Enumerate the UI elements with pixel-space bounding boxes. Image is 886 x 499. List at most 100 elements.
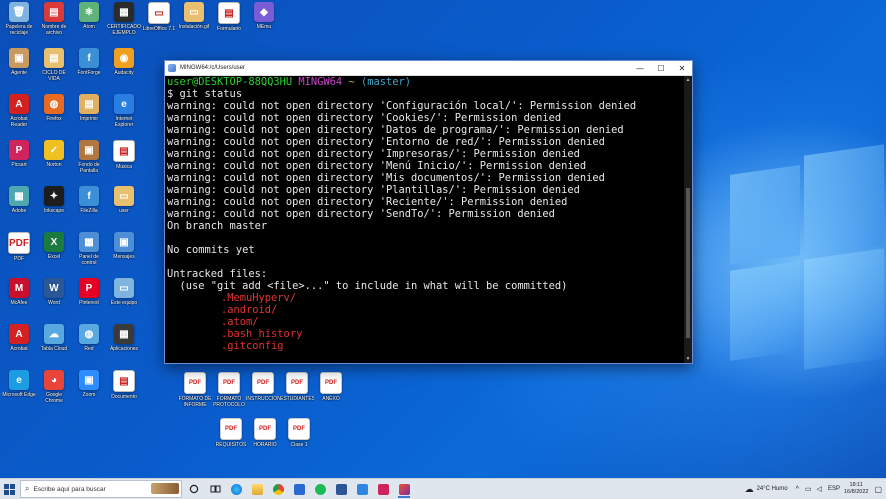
warning-line: warning: could not open directory 'SendT… [167, 208, 555, 220]
app-icon: ◕ [44, 370, 64, 390]
desktop-icon[interactable]: ▦ Aplicaciones [107, 324, 141, 368]
desktop-pdf-icon[interactable]: PDF Clase 1 [282, 418, 316, 462]
desktop-icon[interactable]: ▤ Formulario [212, 2, 246, 46]
desktop-icon[interactable]: 🗑 Papelera de reciclaje [2, 2, 36, 46]
desktop-icon[interactable]: e Internet Explorer [107, 94, 141, 138]
minimize-button[interactable]: — [630, 61, 650, 75]
desktop-icon[interactable]: ⚛ Atom [72, 2, 106, 46]
desktop-icon[interactable]: PDF PDF [2, 232, 36, 276]
desktop-icon[interactable]: f FileZilla [72, 186, 106, 230]
desktop-icon[interactable]: P Picsart [2, 140, 36, 184]
app-icon: ✦ [44, 186, 64, 206]
warning-line: warning: could not open directory 'Cooki… [167, 112, 562, 124]
terminal-window[interactable]: MINGW64:/c/Users/user — ☐ ✕ user@DESKTOP… [164, 60, 693, 364]
desktop-icon[interactable]: ▭ LibreOffice 7.1 [142, 2, 176, 46]
app-icon: ▭ [148, 2, 170, 24]
word-taskbar-icon[interactable] [332, 480, 350, 498]
prompt-shell: MINGW64 [298, 76, 343, 88]
prompt-path: ~ [348, 76, 355, 88]
desktop-icon[interactable]: ✓ Norton [37, 140, 71, 184]
app-icon: ▣ [114, 232, 134, 252]
scroll-thumb[interactable] [686, 188, 690, 338]
mail-icon[interactable] [290, 480, 308, 498]
desktop-icon[interactable]: A Acrobat Reader [2, 94, 36, 138]
spotify-taskbar-icon[interactable] [311, 480, 329, 498]
cortana-icon[interactable] [185, 480, 203, 498]
notifications-icon[interactable]: ▢ [874, 485, 882, 494]
terminal-output[interactable]: user@DESKTOP-88QQ3HU MINGW64 ~ (master) $… [165, 76, 684, 363]
start-button[interactable] [0, 479, 18, 499]
app-icon: ◆ [254, 2, 274, 22]
desktop-icon[interactable]: ◍ Firefox [37, 94, 71, 138]
desktop-pdf-icon[interactable]: PDF REQUISITOS [214, 418, 248, 462]
desktop-pdf-icon[interactable]: PDF HORARIO [248, 418, 282, 462]
desktop-icon[interactable]: e Microsoft Edge [2, 370, 36, 414]
chevron-up-icon[interactable]: ^ [796, 486, 799, 493]
volume-icon[interactable]: ◁ [817, 485, 822, 493]
desktop-icon[interactable]: ▤ Nombre de archivo [37, 2, 71, 46]
network-icon[interactable]: ▭ [805, 485, 812, 493]
desktop-icon[interactable]: ◉ Audacity [107, 48, 141, 92]
desktop-icon[interactable]: ◆ MEmu [247, 2, 281, 46]
desktop-icon[interactable]: ▭ user [107, 186, 141, 230]
desktop-icon[interactable]: ☁ Tabla Cloud [37, 324, 71, 368]
language-indicator[interactable]: ESP [828, 486, 840, 492]
maximize-button[interactable]: ☐ [651, 61, 671, 75]
desktop-icon[interactable]: ▣ Fondo de Pantalla [72, 140, 106, 184]
desktop-icon[interactable]: ▤ Imprimir [72, 94, 106, 138]
edge-taskbar-icon[interactable] [227, 480, 245, 498]
desktop-icon[interactable]: ▤ Documento [107, 370, 141, 414]
desktop-icon[interactable]: ◕ Google Chrome [37, 370, 71, 414]
desktop-icon[interactable]: ▣ Mensajes [107, 232, 141, 276]
picsart-taskbar-icon[interactable] [374, 480, 392, 498]
desktop-icon[interactable]: ▭ Este equipo [107, 278, 141, 322]
desktop-icon-label: Nombre de archivo [41, 24, 67, 36]
terminal-scrollbar[interactable]: ▲ ▼ [684, 76, 692, 363]
chrome-taskbar-icon[interactable] [269, 480, 287, 498]
weather-text[interactable]: 24°C Humo [757, 486, 788, 492]
clock[interactable]: 18:11 16/8/2022 [844, 482, 868, 496]
scroll-down-icon[interactable]: ▼ [685, 356, 691, 362]
desktop-icon[interactable]: ▤ Música [107, 140, 141, 184]
file-explorer-icon[interactable] [248, 480, 266, 498]
desktop-icon-label: Norton [46, 162, 62, 168]
desktop-pdf-icon[interactable]: PDF FORMATO PROTOCOLO [212, 372, 246, 416]
desktop-icon[interactable]: ▣ Zoom [72, 370, 106, 414]
desktop-icon[interactable]: X Excel [37, 232, 71, 276]
desktop-icon[interactable]: ✦ Inkscape [37, 186, 71, 230]
untracked-files: .MemuHyperv/.android/.atom/.bash_history… [167, 292, 684, 352]
desktop-icon-label: Mensajes [113, 254, 135, 260]
desktop-icon[interactable]: ▦ Panel de control [72, 232, 106, 276]
desktop-icon[interactable]: ▭ Instalación.gif [177, 2, 211, 46]
app-icon: ▣ [9, 48, 29, 68]
desktop-icon-label: FORMATO DE INFORME [178, 396, 212, 408]
app-icon: ✓ [44, 140, 64, 160]
desktop-pdf-icon[interactable]: PDF INSTRUCCIONES [246, 372, 280, 416]
desktop-icon[interactable]: W Word [37, 278, 71, 322]
desktop-pdf-icon[interactable]: PDF FORMATO DE INFORME [178, 372, 212, 416]
task-view-icon[interactable] [206, 480, 224, 498]
desktop-icon[interactable]: M McAfee [2, 278, 36, 322]
taskbar-search[interactable]: ⌕ Escribe aquí para buscar [20, 480, 182, 498]
desktop-pdf-icon[interactable]: PDF ANEXO [314, 372, 348, 416]
git-bash-taskbar-icon[interactable] [395, 480, 413, 498]
app-icon: P [79, 278, 99, 298]
pdf-file-icon: PDF [254, 418, 276, 440]
search-highlight-image [151, 483, 179, 494]
desktop-icon[interactable]: ▣ Agente [2, 48, 36, 92]
desktop-icon[interactable]: ▦ CERTIFICADO EJEMPLO [107, 2, 141, 46]
desktop-icon-label: MEmu [256, 24, 272, 30]
desktop-icon[interactable]: P Pinterest [72, 278, 106, 322]
scroll-up-icon[interactable]: ▲ [685, 77, 691, 83]
desktop-icon[interactable]: ▦ Adobe [2, 186, 36, 230]
photos-icon[interactable] [353, 480, 371, 498]
terminal-titlebar[interactable]: MINGW64:/c/Users/user — ☐ ✕ [165, 61, 692, 76]
weather-icon[interactable]: ☁ [745, 484, 754, 495]
desktop-pdf-icon[interactable]: PDF ESTUDIANTES [280, 372, 314, 416]
app-icon: ▦ [79, 232, 99, 252]
close-button[interactable]: ✕ [672, 61, 692, 75]
desktop-icon[interactable]: ▤ CICLO DE VIDA [37, 48, 71, 92]
desktop-icon[interactable]: f FontForge [72, 48, 106, 92]
desktop-icon[interactable]: ◍ Red [72, 324, 106, 368]
desktop-icon[interactable]: A Acrobat [2, 324, 36, 368]
